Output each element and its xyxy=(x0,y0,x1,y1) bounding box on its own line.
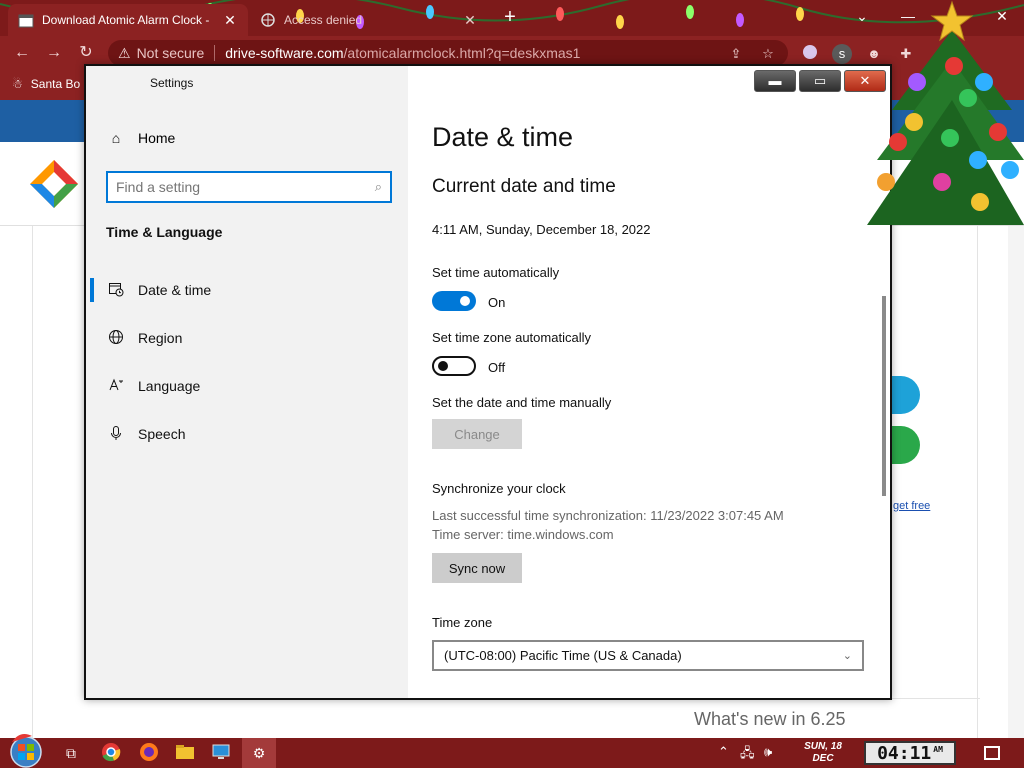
forward-arrow-icon[interactable]: → xyxy=(42,41,66,65)
url-path: /atomicalarmclock.html?q=deskxmas1 xyxy=(343,45,581,61)
bookmark-star-icon[interactable]: ☆ xyxy=(758,44,778,64)
settings-sidebar: Settings ⌂ Home ⌕ Time & Language Date &… xyxy=(86,66,408,698)
nav-home-label: Home xyxy=(138,130,176,146)
time-server-text: Time server: time.windows.com xyxy=(432,527,614,542)
calendar-clock-icon xyxy=(106,281,126,300)
notification-center-icon[interactable] xyxy=(984,746,1000,760)
omnibox-divider xyxy=(214,45,216,61)
sidebar-item-language[interactable]: Language xyxy=(106,374,200,398)
globe-favicon-icon xyxy=(260,12,276,28)
maximize-button[interactable]: ▭ xyxy=(799,70,841,92)
globe-icon xyxy=(106,329,126,348)
bookmark-santa[interactable]: ☃ Santa Bo xyxy=(12,77,80,91)
volume-icon[interactable]: 🕪 xyxy=(764,744,772,760)
warning-triangle-icon: ⚠ xyxy=(118,44,131,61)
set-tz-auto-state: Off xyxy=(488,360,506,375)
share-icon[interactable]: ⇪ xyxy=(726,44,746,64)
set-tz-auto-toggle[interactable] xyxy=(432,356,476,376)
network-icon[interactable]: 🖧 xyxy=(740,744,755,766)
extension-circle-icon[interactable] xyxy=(800,44,820,64)
page-title: Date & time xyxy=(432,122,574,152)
sidebar-item-label: Language xyxy=(138,378,201,394)
home-icon: ⌂ xyxy=(111,130,121,146)
set-tz-auto-label: Set time zone automatically xyxy=(432,330,591,345)
monitor-app-icon[interactable] xyxy=(210,742,232,764)
set-time-auto-state: On xyxy=(488,295,506,310)
tab-access-denied[interactable]: Access denied ✕ xyxy=(250,4,488,36)
santa-icon: ☃ xyxy=(12,77,23,91)
sync-title: Synchronize your clock xyxy=(432,481,566,496)
time-zone-value: (UTC-08:00) Pacific Time (US & Canada) xyxy=(444,648,682,663)
site-logo-icon[interactable] xyxy=(28,158,80,210)
content-scrollbar[interactable] xyxy=(882,296,886,496)
get-free-link[interactable]: get free xyxy=(893,500,930,512)
chevron-down-icon: ⌄ xyxy=(842,650,852,662)
tray-chevron-up-icon[interactable]: ⌃ xyxy=(718,744,729,760)
last-sync-text: Last successful time synchronization: 11… xyxy=(432,508,784,523)
christmas-tree-decoration xyxy=(867,0,1024,225)
tab-close-icon[interactable]: ✕ xyxy=(222,12,238,29)
section-current-date-time: Current date and time xyxy=(432,176,616,197)
sidebar-item-date-time[interactable]: Date & time xyxy=(106,278,211,302)
sidebar-item-label: Region xyxy=(138,330,183,346)
page-scrollbar[interactable] xyxy=(1008,226,1024,738)
calendar-favicon-icon xyxy=(18,12,34,28)
sidebar-item-label: Date & time xyxy=(138,282,212,298)
new-tab-button[interactable]: + xyxy=(498,6,522,30)
taskbar: ⧉ ⚙ ⌃ 🖧 🕪 SUN, 18 DEC 04:11 AM xyxy=(0,734,1024,768)
settings-search-box[interactable]: ⌕ xyxy=(106,171,392,203)
search-input[interactable] xyxy=(116,179,375,195)
taskbar-clock[interactable]: 04:11 AM xyxy=(864,741,956,765)
toggle-knob xyxy=(460,296,470,306)
set-time-auto-toggle[interactable] xyxy=(432,291,476,311)
sidebar-item-speech[interactable]: Speech xyxy=(106,422,185,446)
date-line-2: DEC xyxy=(812,753,834,764)
manual-set-label: Set the date and time manually xyxy=(432,395,612,410)
window-title: Settings xyxy=(150,76,194,90)
time-zone-label: Time zone xyxy=(432,615,493,630)
set-time-auto-label: Set time automatically xyxy=(432,265,560,280)
bookmark-label: Santa Bo xyxy=(30,77,81,91)
tab-download-atomic-alarm-clock[interactable]: Download Atomic Alarm Clock - ✕ xyxy=(8,4,248,36)
firefox-icon[interactable] xyxy=(138,742,160,764)
current-datetime-value: 4:11 AM, Sunday, December 18, 2022 xyxy=(432,222,651,237)
toggle-knob xyxy=(438,361,448,371)
start-button-icon[interactable] xyxy=(6,730,46,768)
task-view-icon[interactable]: ⧉ xyxy=(60,742,82,764)
selected-indicator xyxy=(90,278,94,302)
settings-gear-icon[interactable]: ⚙ xyxy=(248,742,270,764)
tab-title: Access denied xyxy=(284,13,363,27)
minimize-button[interactable]: ▬ xyxy=(754,70,796,92)
taskbar-date[interactable]: SUN, 18 DEC xyxy=(792,741,854,765)
settings-window: Settings ⌂ Home ⌕ Time & Language Date &… xyxy=(84,64,892,700)
clock-ampm: AM xyxy=(933,745,943,754)
address-bar[interactable]: ⚠ Not secure drive-software.com /atomica… xyxy=(108,40,788,66)
reload-icon[interactable]: ↻ xyxy=(74,41,98,65)
tab-title: Download Atomic Alarm Clock - xyxy=(42,13,210,27)
date-line-1: SUN, 18 xyxy=(804,741,842,752)
security-status: Not secure xyxy=(136,45,205,61)
sidebar-item-region[interactable]: Region xyxy=(106,326,182,350)
back-arrow-icon[interactable]: ← xyxy=(10,41,34,65)
language-icon xyxy=(106,377,126,396)
sync-now-button[interactable]: Sync now xyxy=(432,553,522,583)
change-button[interactable]: Change xyxy=(432,419,522,449)
clock-time: 04:11 xyxy=(877,742,932,764)
whats-new-heading: What's new in 6.25 xyxy=(680,698,980,738)
sidebar-section-title: Time & Language xyxy=(106,224,223,240)
chrome-icon[interactable] xyxy=(100,742,122,764)
file-explorer-icon[interactable] xyxy=(174,742,196,764)
nav-home[interactable]: ⌂ Home xyxy=(106,130,176,146)
url-host: drive-software.com xyxy=(225,45,344,61)
search-icon: ⌕ xyxy=(374,179,382,194)
microphone-icon xyxy=(106,425,126,444)
time-zone-dropdown[interactable]: (UTC-08:00) Pacific Time (US & Canada) ⌄ xyxy=(432,640,864,671)
profile-avatar[interactable]: s xyxy=(832,44,852,64)
sidebar-item-label: Speech xyxy=(138,426,186,442)
tab-close-icon[interactable]: ✕ xyxy=(462,12,478,29)
